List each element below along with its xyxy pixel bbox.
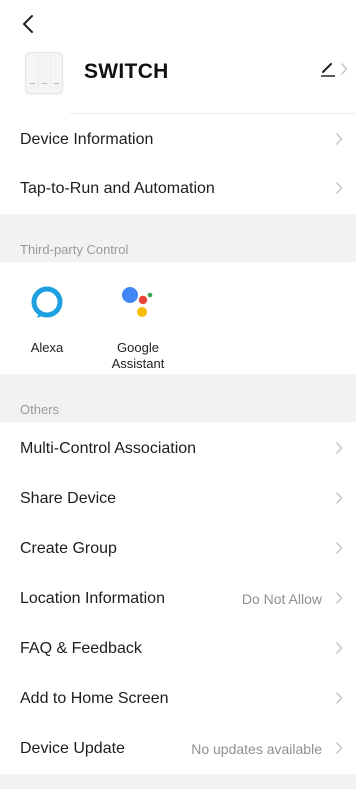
alexa-icon xyxy=(31,286,63,318)
chevron-right-icon xyxy=(335,492,343,504)
section-heading: Third-party Control xyxy=(20,242,129,257)
row-label: Create Group xyxy=(20,540,117,557)
row-label: Location Information xyxy=(20,590,165,607)
chevron-right-icon xyxy=(335,182,343,194)
faq-feedback-row[interactable]: FAQ & Feedback xyxy=(0,624,356,674)
share-device-row[interactable]: Share Device xyxy=(0,474,356,524)
section-heading: Others xyxy=(20,402,60,417)
header-divider xyxy=(70,113,356,114)
row-label: Device Information xyxy=(20,131,154,148)
chevron-right-icon xyxy=(335,692,343,704)
chevron-right-icon xyxy=(335,642,343,654)
device-update-row[interactable]: Device Update No updates available xyxy=(0,724,356,774)
chevron-right-icon xyxy=(335,742,343,754)
chevron-right-icon xyxy=(335,542,343,554)
multi-control-association-row[interactable]: Multi-Control Association xyxy=(0,424,356,474)
add-to-home-screen-row[interactable]: Add to Home Screen xyxy=(0,674,356,724)
google-assistant-label: Google Assistant xyxy=(111,340,165,371)
others-section-header: Others xyxy=(0,374,356,422)
back-button[interactable] xyxy=(14,8,42,40)
location-information-row[interactable]: Location Information Do Not Allow xyxy=(0,574,356,624)
chevron-right-icon xyxy=(340,63,348,75)
row-label: FAQ & Feedback xyxy=(20,640,142,657)
google-assistant-icon xyxy=(122,287,153,317)
device-name: SWITCH xyxy=(84,60,169,83)
row-label: Multi-Control Association xyxy=(20,440,197,457)
google-assistant-integration[interactable]: Google Assistant xyxy=(108,284,168,372)
back-arrow-icon xyxy=(23,15,33,33)
device-thumbnail-icon xyxy=(25,52,63,94)
edit-pencil-icon xyxy=(321,63,335,77)
device-header: SWITCH xyxy=(0,48,356,104)
chevron-right-icon xyxy=(335,133,343,145)
tap-to-run-automation-row[interactable]: Tap-to-Run and Automation xyxy=(0,164,356,214)
row-label: Device Update xyxy=(20,740,125,757)
device-information-row[interactable]: Device Information xyxy=(0,115,356,165)
row-label: Tap-to-Run and Automation xyxy=(20,180,215,197)
chevron-right-icon xyxy=(335,592,343,604)
update-status-value: No updates available xyxy=(191,741,322,757)
third-party-section-header: Third-party Control xyxy=(0,214,356,262)
chevron-right-icon xyxy=(335,442,343,454)
row-label: Add to Home Screen xyxy=(20,690,169,707)
location-permission-value: Do Not Allow xyxy=(241,591,322,607)
rename-device-button[interactable] xyxy=(319,60,348,78)
bottom-section-band xyxy=(0,774,356,789)
alexa-integration[interactable]: Alexa xyxy=(17,284,77,356)
create-group-row[interactable]: Create Group xyxy=(0,524,356,574)
alexa-label: Alexa xyxy=(30,340,64,355)
row-label: Share Device xyxy=(20,490,117,507)
